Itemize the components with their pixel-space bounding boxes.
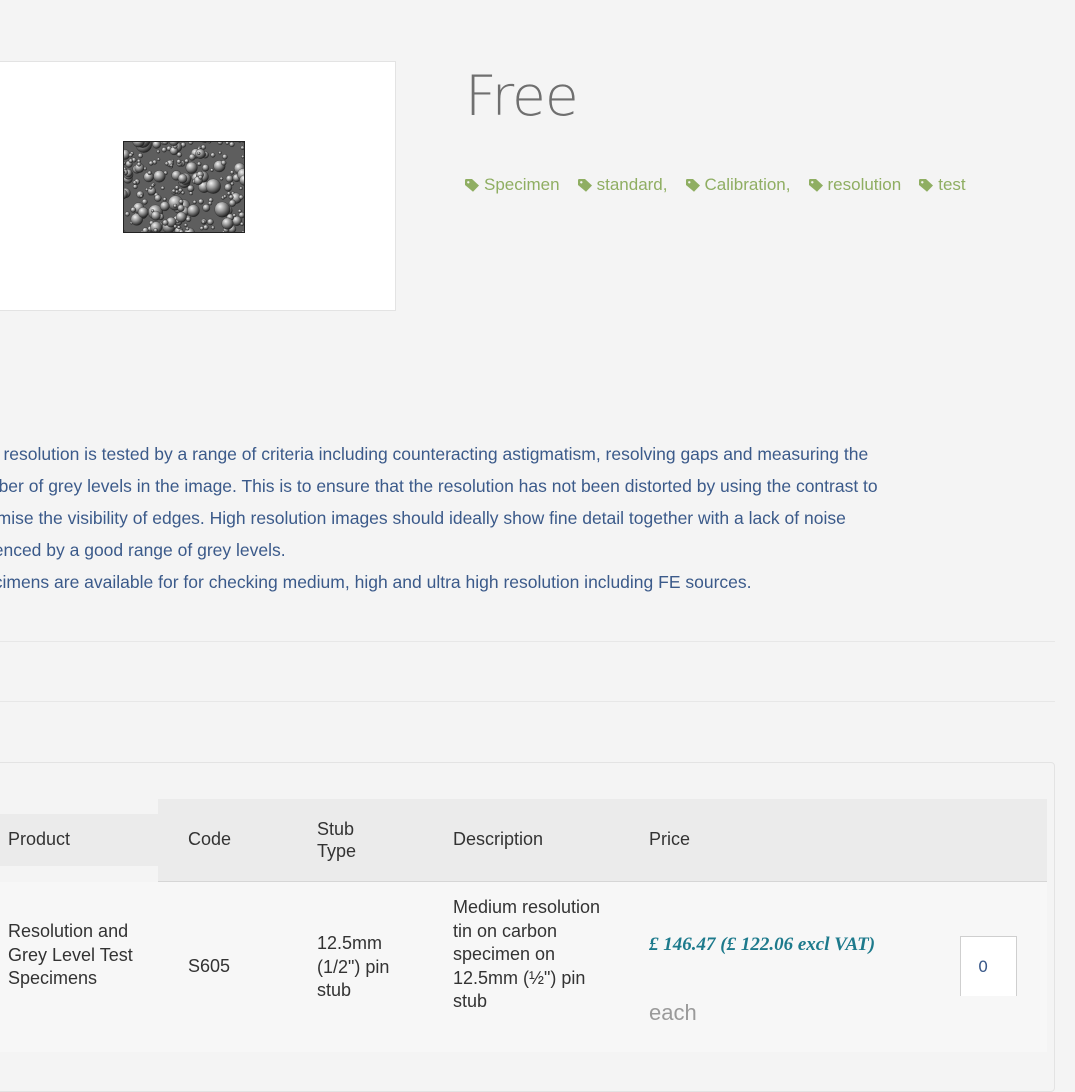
tag-calibration[interactable]: Calibration,	[686, 175, 791, 195]
description-line: ecimens are available for for checking m…	[0, 566, 1044, 598]
column-header-price: Price	[649, 828, 690, 850]
page-title: Free	[465, 64, 578, 128]
tag-standard[interactable]: standard,	[578, 175, 668, 195]
price-unit: each	[649, 1000, 697, 1026]
cell-price: £ 146.47 (£ 122.06 excl VAT)	[649, 934, 875, 956]
tag-specimen[interactable]: Specimen	[465, 175, 560, 195]
cell-description: Medium resolution tin on carbon specimen…	[453, 896, 603, 1014]
description-line: ximise the visibility of edges. High res…	[0, 502, 1044, 534]
table-header-background	[158, 799, 1047, 882]
tag-resolution[interactable]: resolution	[809, 175, 902, 195]
tag-label: resolution	[828, 175, 902, 195]
product-image-card	[0, 61, 396, 311]
tag-test[interactable]: test	[919, 175, 965, 195]
tag-icon	[578, 179, 593, 192]
cell-code: S605	[188, 955, 230, 979]
column-header-description: Description	[453, 828, 543, 850]
tag-label: test	[938, 175, 965, 195]
product-description: M resolution is tested by a range of cri…	[0, 438, 1044, 598]
description-line: mber of grey levels in the image. This i…	[0, 470, 1044, 502]
tag-label: Calibration,	[705, 175, 791, 195]
column-header-stub-type: Stub Type	[317, 818, 397, 862]
tag-icon	[686, 179, 701, 192]
quantity-input[interactable]	[960, 936, 1017, 996]
tag-label: Specimen	[484, 175, 560, 195]
tag-list: Specimen standard, Calibration, resoluti…	[465, 175, 966, 195]
divider	[0, 641, 1055, 642]
description-line: M resolution is tested by a range of cri…	[0, 438, 1044, 470]
tag-label: standard,	[597, 175, 668, 195]
column-header-product: Product	[8, 828, 70, 850]
column-header-code: Code	[188, 828, 231, 850]
divider	[0, 701, 1055, 702]
tag-icon	[919, 179, 934, 192]
cell-product-name: Resolution and Grey Level Test Specimens	[8, 920, 138, 991]
description-line: denced by a good range of grey levels.	[0, 534, 1044, 566]
tag-icon	[809, 179, 824, 192]
cell-stub-type: 12.5mm (1/2") pin stub	[317, 932, 407, 1003]
tag-icon	[465, 179, 480, 192]
product-image[interactable]	[123, 141, 245, 233]
